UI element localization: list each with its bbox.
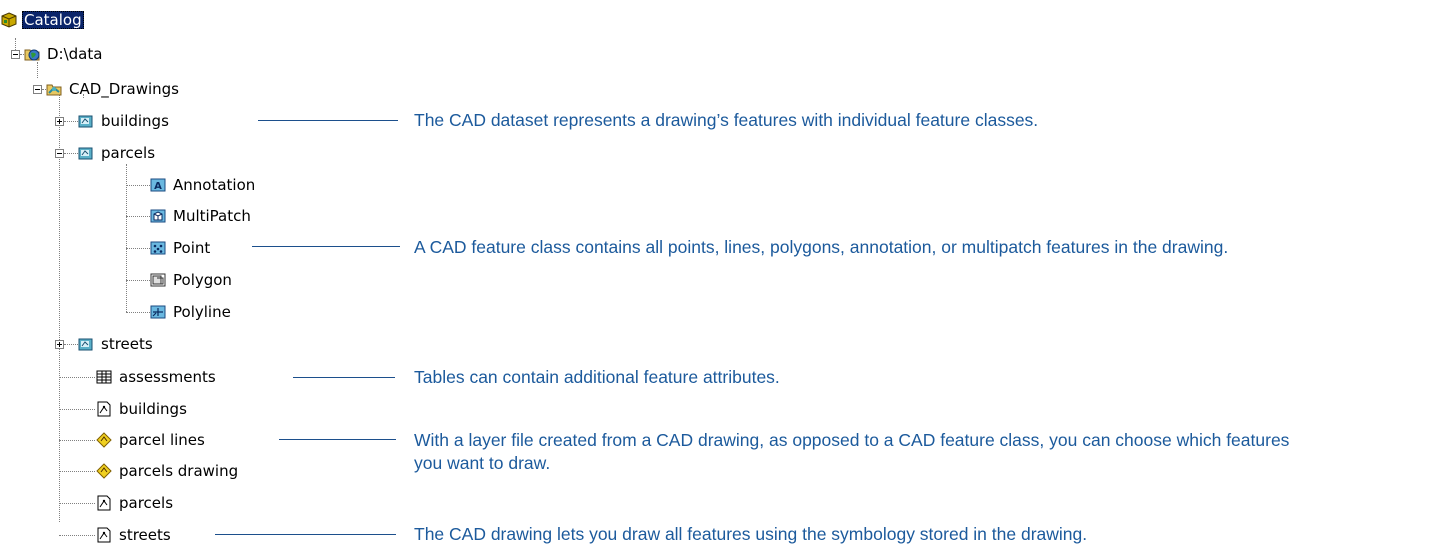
tree-connector: [59, 409, 95, 410]
annotation-label: Annotation: [173, 176, 256, 194]
tree-node-polyline[interactable]: Polyline: [150, 302, 233, 322]
polygon-label: Polygon: [173, 271, 232, 289]
callout-leader-layer-file: [279, 439, 396, 440]
catalog-label: Catalog: [22, 11, 84, 29]
tree-node-parcel-lines[interactable]: parcel lines: [96, 430, 207, 450]
callout-leader-cad-drawing: [215, 534, 396, 535]
annotation-feature-class-icon: A: [150, 177, 166, 193]
catalog-tree: Catalog D:\data CAD_Drawings buildings p…: [0, 0, 300, 547]
tree-connector: [59, 535, 95, 536]
tree-connector: [37, 62, 38, 78]
multipatch-label: MultiPatch: [173, 207, 251, 225]
streets-dataset-label: streets: [101, 335, 153, 353]
multipatch-feature-class-icon: [150, 208, 166, 224]
tree-connector: [126, 185, 150, 186]
expand-toggle-buildings[interactable]: [55, 117, 64, 126]
buildings-dataset-label: buildings: [101, 112, 169, 130]
globe-folder-icon: [24, 46, 40, 62]
tree-node-drive[interactable]: D:\data: [24, 44, 104, 64]
parcels-dataset-label: parcels: [101, 144, 156, 162]
tree-node-streets-drawing[interactable]: streets: [96, 525, 173, 545]
catalog-icon: [1, 12, 17, 28]
svg-text:A: A: [154, 181, 162, 192]
polyline-label: Polyline: [173, 303, 231, 321]
tree-connector: [59, 377, 95, 378]
tree-node-buildings-drawing[interactable]: buildings: [96, 399, 189, 419]
tree-node-buildings-dataset[interactable]: buildings: [78, 111, 171, 131]
expand-toggle-streets[interactable]: [55, 340, 64, 349]
cad-drawing-icon: [96, 401, 112, 417]
polyline-feature-class-icon: [150, 304, 166, 320]
callout-cad-drawing: The CAD drawing lets you draw all featur…: [414, 524, 1088, 544]
cad-folder-icon: [46, 81, 62, 97]
point-feature-class-icon: [150, 240, 166, 256]
collapse-toggle-parcels[interactable]: [55, 149, 64, 158]
drive-label: D:\data: [47, 45, 103, 63]
tree-connector: [126, 216, 150, 217]
callout-layer-file: With a layer file created from a CAD dra…: [414, 430, 1290, 473]
collapse-toggle-cad-drawings[interactable]: [33, 85, 42, 94]
tree-connector: [64, 153, 78, 154]
tree-node-point[interactable]: Point: [150, 238, 212, 258]
cad-dataset-icon: [78, 113, 94, 129]
tree-node-cad-drawings[interactable]: CAD_Drawings: [46, 79, 181, 99]
tree-node-multipatch[interactable]: MultiPatch: [150, 206, 253, 226]
callout-tables: Tables can contain additional feature at…: [414, 367, 780, 387]
tree-connector: [64, 121, 78, 122]
streets-drawing-label: streets: [119, 526, 171, 544]
layer-file-icon: [96, 432, 112, 448]
callout-dataset: The CAD dataset represents a drawing’s f…: [414, 110, 1039, 130]
tree-node-streets-dataset[interactable]: streets: [78, 334, 155, 354]
layer-file-icon: [96, 463, 112, 479]
parcel-lines-label: parcel lines: [119, 431, 205, 449]
parcels-drawing-layer-label: parcels drawing: [119, 462, 239, 480]
cad-drawing-icon: [96, 495, 112, 511]
table-icon: [96, 369, 112, 385]
point-label: Point: [173, 239, 211, 257]
tree-connector: [126, 164, 127, 312]
collapse-toggle-drive[interactable]: [11, 50, 20, 59]
assessments-label: assessments: [119, 368, 216, 386]
tree-node-assessments[interactable]: assessments: [96, 367, 218, 387]
tree-connector: [126, 248, 150, 249]
callout-leader-feature-class: [252, 246, 400, 247]
cad-dataset-icon: [78, 145, 94, 161]
callout-feature-class: A CAD feature class contains all points,…: [414, 237, 1229, 257]
tree-node-polygon[interactable]: Polygon: [150, 270, 234, 290]
tree-node-catalog[interactable]: Catalog: [1, 10, 84, 30]
tree-connector: [59, 94, 60, 522]
tree-connector: [59, 471, 95, 472]
parcels-drawing-label: parcels: [119, 494, 174, 512]
tree-connector: [64, 344, 78, 345]
callout-leader-dataset: [258, 120, 398, 121]
buildings-drawing-label: buildings: [119, 400, 187, 418]
tree-node-parcels-drawing-layer[interactable]: parcels drawing: [96, 461, 240, 481]
cad-drawing-icon: [96, 527, 112, 543]
tree-connector: [126, 312, 150, 313]
tree-connector: [126, 280, 150, 281]
tree-connector: [59, 440, 95, 441]
tree-node-annotation[interactable]: A Annotation: [150, 175, 257, 195]
cad-dataset-icon: [78, 336, 94, 352]
tree-node-parcels-drawing[interactable]: parcels: [96, 493, 175, 513]
cad-drawings-label: CAD_Drawings: [69, 80, 179, 98]
tree-connector: [59, 503, 95, 504]
tree-node-parcels-dataset[interactable]: parcels: [78, 143, 157, 163]
callout-leader-tables: [293, 377, 395, 378]
polygon-feature-class-icon: [150, 272, 166, 288]
